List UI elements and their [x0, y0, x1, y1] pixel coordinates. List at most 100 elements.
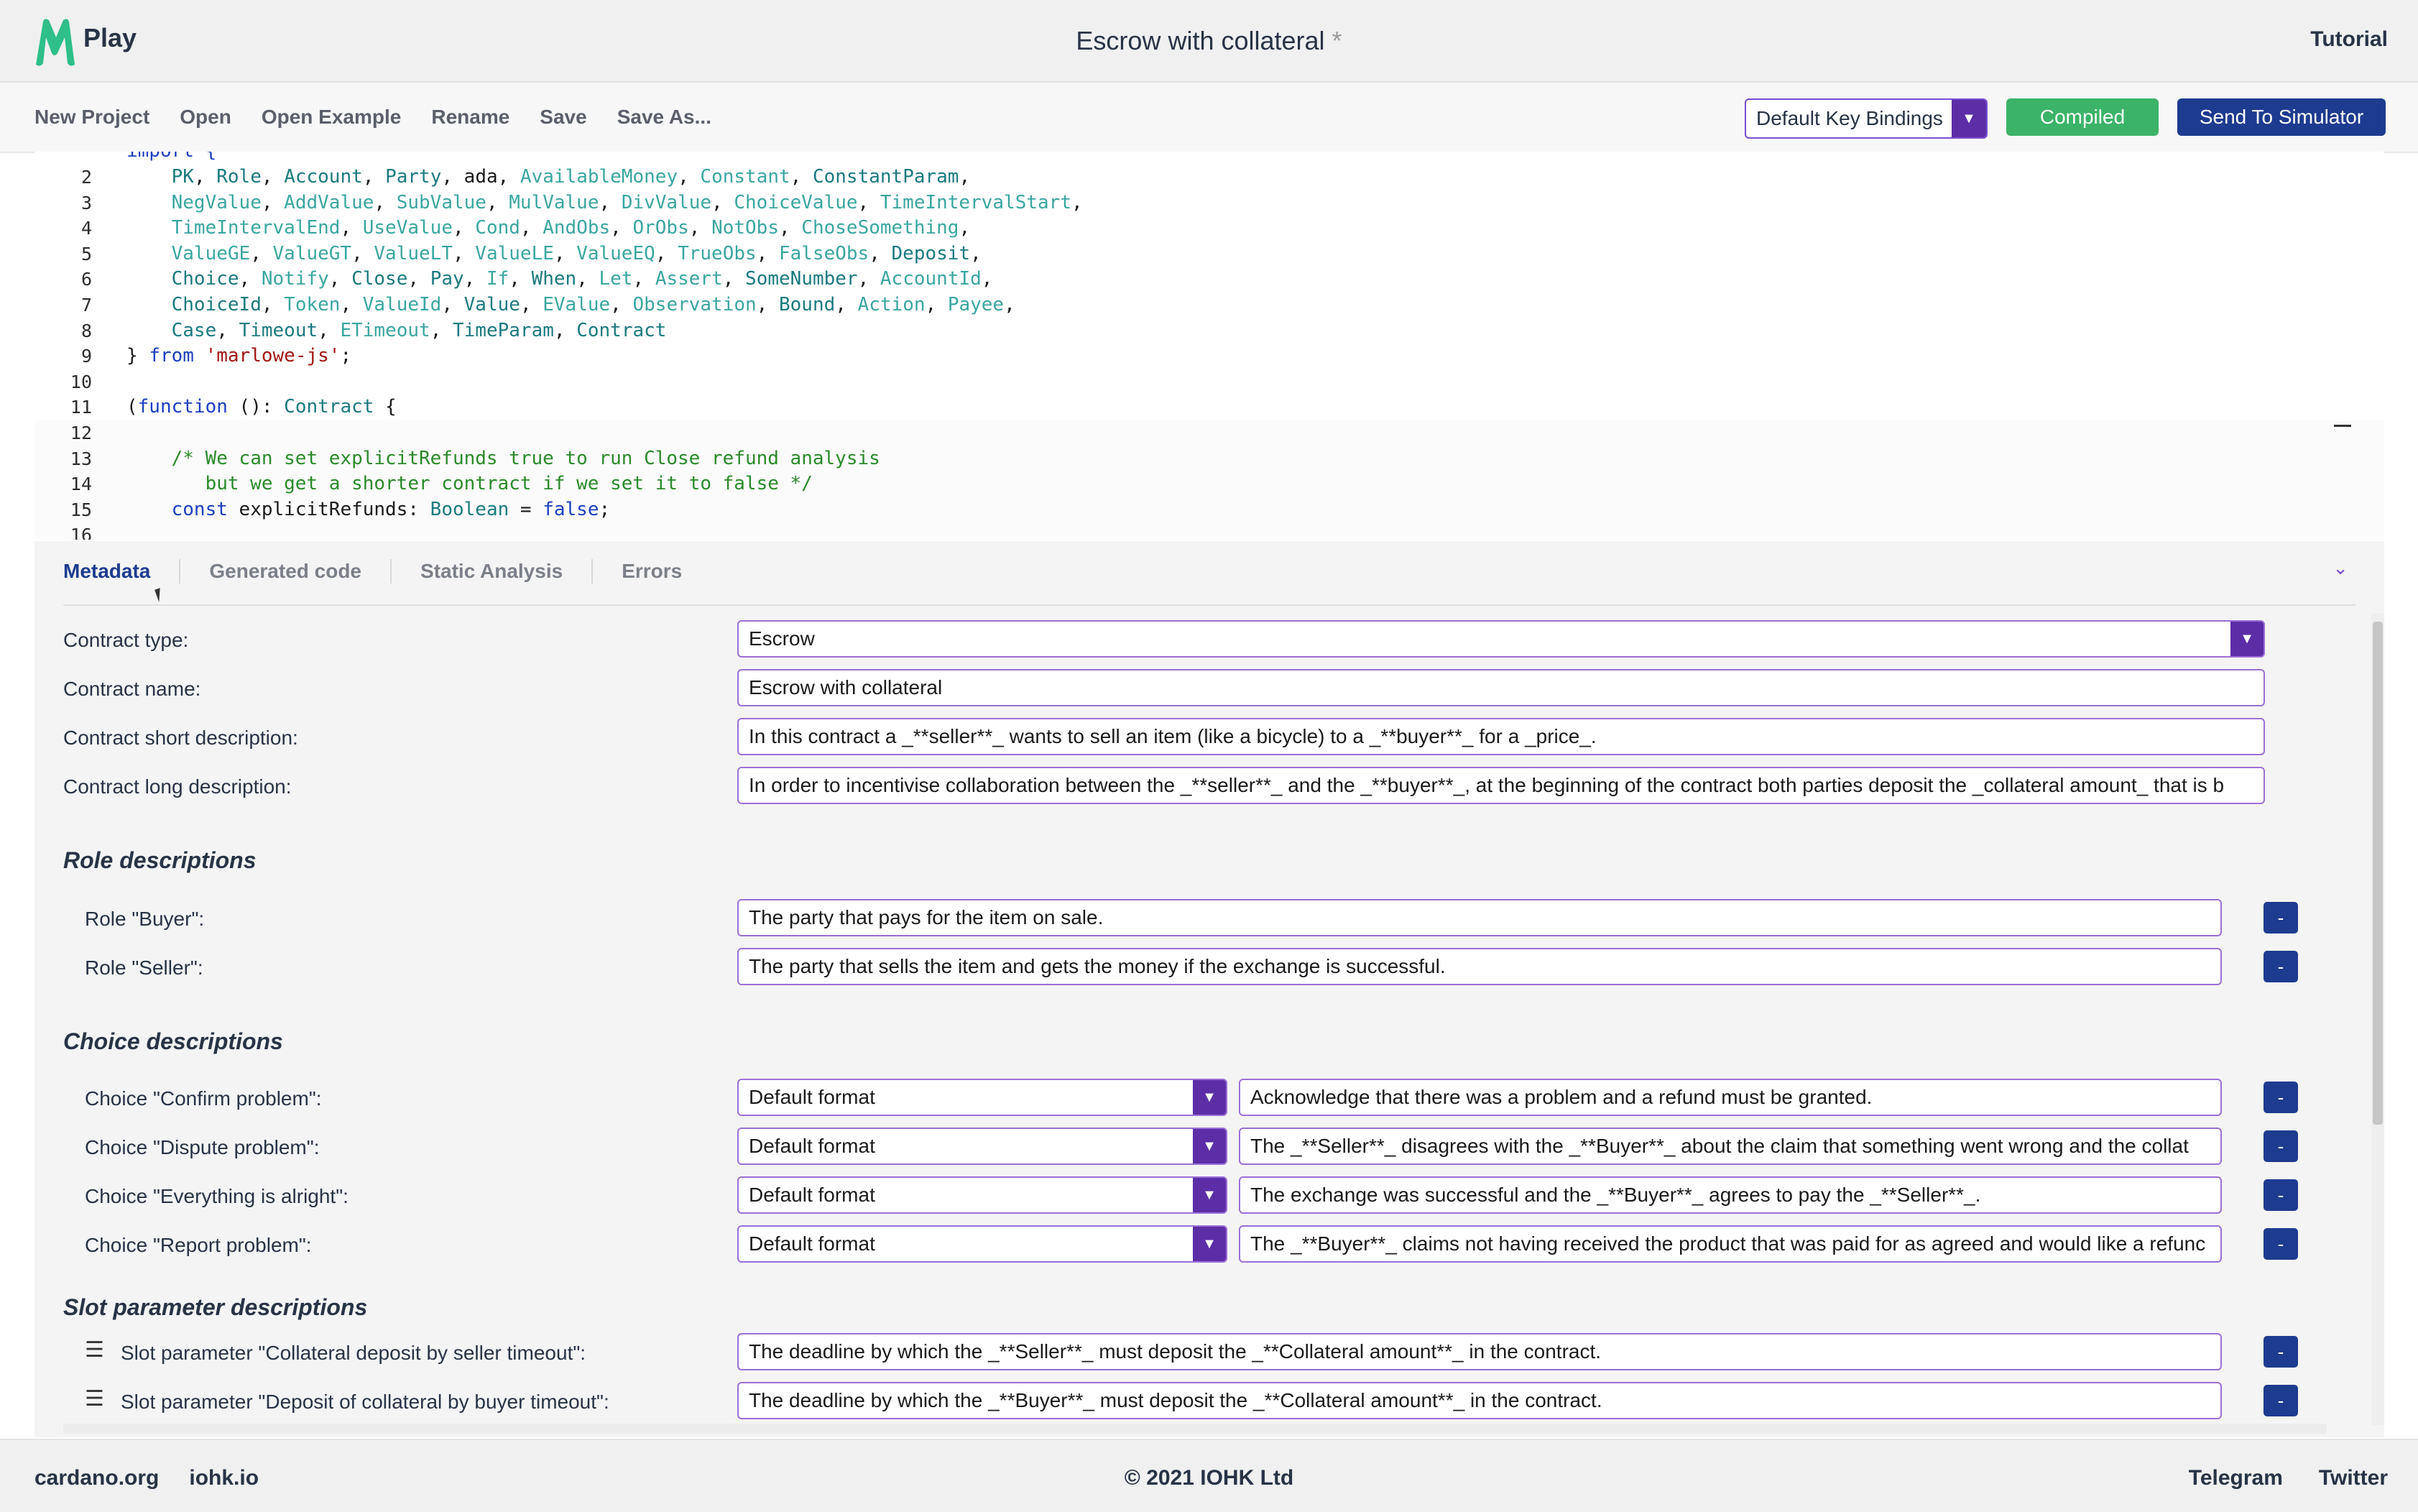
code-text: PK, Role, Account, Party, ada, Available…	[171, 166, 971, 188]
editor-line: 5 ValueGE, ValueGT, ValueLT, ValueLE, Va…	[34, 241, 2384, 267]
contract-type-value: Escrow	[749, 627, 815, 650]
choice-format-select[interactable]: Default format ▼	[737, 1176, 1227, 1214]
long-description-input[interactable]: In order to incentivise collaboration be…	[737, 767, 2265, 804]
editor-line: 7 ChoiceId, Token, ValueId, Value, EValu…	[34, 292, 2384, 318]
choice-description-input[interactable]: Acknowledge that there was a problem and…	[1239, 1079, 2222, 1116]
drag-handle-icon[interactable]: ☰	[85, 1386, 104, 1411]
tutorial-link[interactable]: Tutorial	[2310, 27, 2388, 52]
editor-scroll-marker	[2334, 425, 2351, 427]
save-as-button[interactable]: Save As...	[617, 106, 711, 129]
app-header: Play Escrow with collateral * Tutorial	[0, 0, 2418, 83]
remove-choice-button[interactable]: -	[2264, 1082, 2298, 1113]
dropdown-arrow-icon[interactable]: ▼	[1193, 1129, 1226, 1163]
editor-line: 4 TimeIntervalEnd, UseValue, Cond, AndOb…	[34, 216, 2384, 241]
dropdown-arrow-icon[interactable]: ▼	[1193, 1227, 1226, 1261]
contract-name-row: Contract name: Escrow with collateral	[63, 669, 2327, 709]
tab-metadata[interactable]: Metadata	[63, 560, 179, 583]
contract-name-input[interactable]: Escrow with collateral	[737, 669, 2265, 706]
compiled-status-button[interactable]: Compiled	[2006, 98, 2159, 136]
metadata-form: Contract type: Escrow ▼ Contract name: E…	[63, 613, 2327, 1432]
choice-description-input[interactable]: The exchange was successful and the _**B…	[1239, 1176, 2222, 1214]
code-text: } from 'marlowe-js';	[126, 345, 352, 367]
metadata-horizontal-scrollbar[interactable]	[63, 1424, 2327, 1434]
line-number: 7	[80, 294, 92, 315]
choice-format-value: Default format	[749, 1086, 875, 1108]
open-example-button[interactable]: Open Example	[262, 106, 402, 129]
twitter-link[interactable]: Twitter	[2319, 1466, 2388, 1490]
remove-choice-button[interactable]: -	[2264, 1179, 2298, 1211]
telegram-link[interactable]: Telegram	[2189, 1466, 2283, 1490]
line-number: 10	[70, 371, 92, 392]
dropdown-arrow-icon[interactable]: ▼	[1193, 1080, 1226, 1115]
editor-line: 15 const explicitRefunds: Boolean = fals…	[34, 497, 2384, 523]
mouse-cursor-icon	[154, 588, 165, 602]
remove-choice-button[interactable]: -	[2264, 1130, 2298, 1162]
open-button[interactable]: Open	[180, 106, 231, 129]
line-number: 11	[70, 397, 92, 418]
line-number: 15	[70, 499, 92, 520]
code-text: /* We can set explicitRefunds true to ru…	[171, 447, 880, 469]
rename-button[interactable]: Rename	[431, 106, 509, 129]
slot-parameter-row: ☰ Slot parameter "Deposit of collateral …	[63, 1382, 2327, 1422]
new-project-button[interactable]: New Project	[34, 106, 149, 129]
choice-description-input[interactable]: The _**Seller**_ disagrees with the _**B…	[1239, 1128, 2222, 1165]
role-row: Role "Seller": The party that sells the …	[63, 948, 2327, 988]
line-number: 16	[70, 525, 92, 540]
code-editor[interactable]: 1 import { 2 PK, Role, Account, Party, a…	[34, 152, 2384, 540]
slot-parameter-label: Slot parameter "Collateral deposit by se…	[121, 1342, 586, 1364]
role-description-input[interactable]: The party that pays for the item on sale…	[737, 899, 2222, 936]
remove-slot-parameter-button[interactable]: -	[2264, 1336, 2298, 1368]
send-to-simulator-button[interactable]: Send To Simulator	[2177, 98, 2386, 136]
choice-row: Choice "Report problem": Default format …	[63, 1225, 2327, 1266]
dropdown-arrow-icon[interactable]: ▼	[1952, 100, 1986, 137]
contract-name-label: Contract name:	[63, 678, 201, 700]
remove-choice-button[interactable]: -	[2264, 1228, 2298, 1260]
metadata-vertical-scrollbar[interactable]	[2371, 613, 2384, 1425]
footer: cardano.org iohk.io © 2021 IOHK Ltd Tele…	[0, 1439, 2418, 1512]
key-bindings-value: Default Key Bindings	[1756, 107, 1943, 129]
line-number: 14	[70, 474, 92, 495]
short-description-input[interactable]: In this contract a _**seller**_ wants to…	[737, 718, 2265, 755]
editor-line: 1 import {	[34, 152, 2384, 165]
key-bindings-select[interactable]: Default Key Bindings ▼	[1745, 98, 1988, 139]
choice-row: Choice "Confirm problem": Default format…	[63, 1079, 2327, 1119]
toolbar: New Project Open Open Example Rename Sav…	[0, 83, 2418, 153]
tab-static-analysis[interactable]: Static Analysis	[392, 560, 591, 583]
short-description-row: Contract short description: In this cont…	[63, 718, 2327, 758]
long-description-row: Contract long description: In order to i…	[63, 767, 2327, 807]
choice-format-select[interactable]: Default format ▼	[737, 1225, 1227, 1263]
line-number: 4	[80, 218, 92, 239]
line-number: 2	[80, 167, 92, 188]
line-number: 1	[34, 152, 92, 155]
choice-description-input[interactable]: The _**Buyer**_ claims not having receiv…	[1239, 1225, 2222, 1263]
choice-format-select[interactable]: Default format ▼	[737, 1079, 1227, 1116]
remove-slot-parameter-button[interactable]: -	[2264, 1385, 2298, 1416]
role-label: Role "Buyer":	[85, 908, 205, 930]
tab-generated-code[interactable]: Generated code	[180, 560, 390, 583]
remove-role-button[interactable]: -	[2264, 951, 2298, 982]
chevron-down-icon[interactable]: ⌄	[2332, 557, 2348, 579]
line-number: 5	[80, 243, 92, 264]
line-number: 3	[80, 192, 92, 213]
remove-role-button[interactable]: -	[2264, 902, 2298, 934]
choice-label: Choice "Everything is alright":	[85, 1185, 349, 1207]
slot-parameter-input[interactable]: The deadline by which the _**Buyer**_ mu…	[737, 1382, 2222, 1419]
scrollbar-thumb[interactable]	[2373, 622, 2383, 1125]
drag-handle-icon[interactable]: ☰	[85, 1337, 104, 1363]
project-title-text: Escrow with collateral	[1076, 26, 1325, 55]
choice-row: Choice "Everything is alright": Default …	[63, 1176, 2327, 1217]
dropdown-arrow-icon[interactable]: ▼	[2230, 622, 2264, 656]
choice-format-select[interactable]: Default format ▼	[737, 1128, 1227, 1165]
choice-format-value: Default format	[749, 1184, 875, 1206]
choice-row: Choice "Dispute problem": Default format…	[63, 1128, 2327, 1168]
tab-errors[interactable]: Errors	[593, 560, 711, 583]
contract-type-select[interactable]: Escrow ▼	[737, 620, 2265, 658]
save-button[interactable]: Save	[540, 106, 586, 129]
project-menu: New Project Open Open Example Rename Sav…	[34, 106, 711, 129]
slot-parameter-input[interactable]: The deadline by which the _**Seller**_ m…	[737, 1333, 2222, 1370]
dropdown-arrow-icon[interactable]: ▼	[1193, 1178, 1226, 1212]
choice-label: Choice "Confirm problem":	[85, 1087, 322, 1110]
slot-parameter-descriptions-heading: Slot parameter descriptions	[63, 1294, 368, 1320]
role-description-input[interactable]: The party that sells the item and gets t…	[737, 948, 2222, 985]
line-number: 13	[70, 448, 92, 469]
